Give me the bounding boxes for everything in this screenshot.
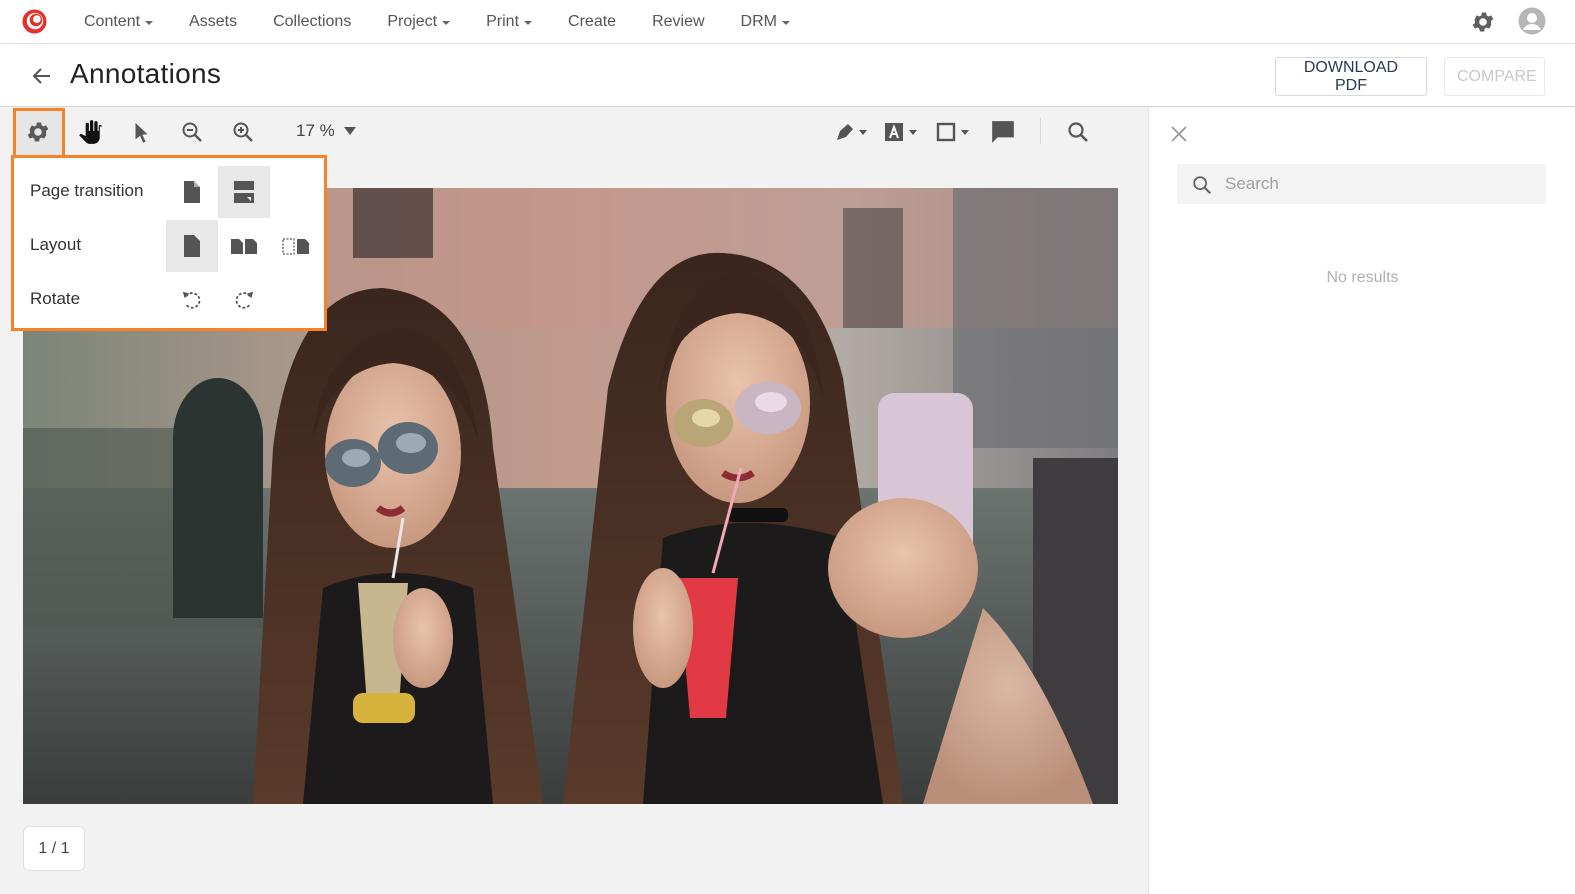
comment-icon	[992, 121, 1014, 143]
back-arrow-icon[interactable]	[30, 64, 54, 88]
rotate-left-button[interactable]	[166, 274, 218, 326]
two-page-icon	[231, 239, 257, 254]
pen-icon	[836, 124, 867, 142]
rotate-row: Rotate	[14, 274, 324, 326]
nav-print[interactable]: Print	[468, 13, 550, 31]
zoom-level[interactable]: 17 %	[296, 121, 335, 141]
layout-label: Layout	[30, 235, 82, 254]
continuous-scroll-icon	[234, 181, 254, 203]
select-tool[interactable]	[116, 108, 166, 156]
zoom-dropdown-icon[interactable]	[344, 127, 356, 135]
page-transition-label: Page transition	[30, 181, 144, 200]
search-box	[1177, 164, 1546, 204]
nav-content[interactable]: Content	[66, 13, 171, 31]
page-indicator[interactable]: 1 / 1	[23, 826, 85, 871]
zoom-in-tool[interactable]	[218, 108, 268, 156]
search-icon	[1193, 176, 1212, 195]
search-icon	[1068, 122, 1088, 142]
zoom-in-icon	[233, 122, 253, 142]
rotate-left-icon	[182, 291, 201, 309]
layout-row: Layout	[14, 220, 324, 272]
caret-down-icon	[781, 21, 790, 25]
pan-tool[interactable]	[65, 108, 115, 156]
zoom-out-tool[interactable]	[167, 108, 217, 156]
search-tool[interactable]	[1053, 108, 1103, 156]
empty-results-text: No results	[1326, 269, 1399, 286]
page-transition-continuous-option[interactable]	[218, 166, 270, 218]
main-menu: Content Assets Collections Project Print…	[66, 0, 808, 44]
nav-project[interactable]: Project	[369, 13, 468, 31]
rectangle-icon	[936, 122, 969, 142]
nav-assets[interactable]: Assets	[171, 13, 255, 31]
single-page-icon	[184, 235, 200, 257]
close-icon[interactable]	[1169, 124, 1189, 144]
search-input[interactable]	[1225, 164, 1535, 204]
rotate-label: Rotate	[30, 289, 81, 308]
page-transition-row: Page transition	[14, 166, 324, 218]
nav-review[interactable]: Review	[634, 13, 722, 31]
page-transition-single-option[interactable]	[166, 166, 218, 218]
compare-button[interactable]: COMPARE	[1444, 57, 1545, 96]
comment-tool[interactable]	[978, 108, 1028, 156]
shape-tool[interactable]	[928, 108, 978, 156]
layout-two-page-option[interactable]	[218, 220, 270, 272]
cover-two-page-icon	[282, 238, 309, 255]
page-title: Annotations	[70, 58, 222, 89]
gear-icon[interactable]	[1470, 9, 1496, 35]
single-page-icon	[184, 181, 200, 203]
caret-down-icon	[145, 21, 154, 25]
download-pdf-button[interactable]: DOWNLOAD PDF	[1275, 57, 1427, 96]
pen-tool[interactable]	[826, 108, 876, 156]
top-navigation: Content Assets Collections Project Print…	[0, 0, 1575, 44]
caret-down-icon	[442, 21, 451, 25]
user-avatar-icon[interactable]	[1518, 7, 1546, 35]
nav-collections[interactable]: Collections	[255, 13, 369, 31]
layout-cover-option[interactable]	[270, 220, 322, 272]
zoom-out-icon	[182, 122, 202, 142]
caret-down-icon	[524, 21, 533, 25]
text-tool[interactable]	[876, 108, 926, 156]
settings-popover: Page transition Layout Rotate	[11, 155, 327, 331]
nav-drm[interactable]: DRM	[723, 13, 808, 31]
brand-logo-icon[interactable]	[21, 8, 48, 35]
viewer-toolbar: 17 %	[0, 108, 1148, 156]
toolbar-divider	[1040, 118, 1041, 144]
settings-highlight-outline	[13, 108, 65, 157]
text-box-icon	[885, 123, 917, 141]
search-side-panel: No results	[1148, 108, 1575, 894]
pointer-icon	[135, 122, 148, 143]
rotate-right-icon	[235, 291, 254, 309]
rotate-right-button[interactable]	[218, 274, 270, 326]
hand-icon	[79, 120, 102, 144]
nav-create[interactable]: Create	[550, 13, 634, 31]
page-header: Annotations DOWNLOAD PDF COMPARE	[0, 45, 1575, 107]
layout-single-option[interactable]	[166, 220, 218, 272]
